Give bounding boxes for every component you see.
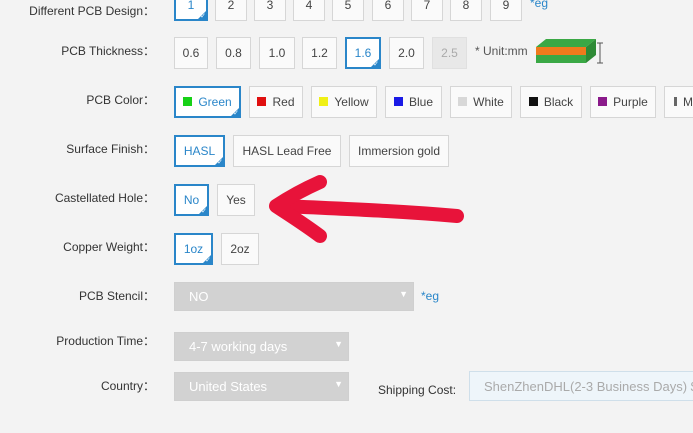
copper-label: Copper Weight：	[63, 240, 155, 254]
shipping-cost-label: Shipping Cost:	[378, 383, 457, 397]
castellated-label: Castellated Hole：	[54, 191, 155, 205]
color-option-blue[interactable]: Blue	[385, 86, 442, 118]
yellow-swatch	[319, 96, 329, 106]
color-option-more[interactable]: M	[664, 86, 693, 118]
thickness-option-2-5: 2.5	[432, 37, 467, 69]
red-swatch	[257, 96, 267, 106]
copper-option-1oz[interactable]: 1oz	[174, 233, 213, 265]
annotation-arrow	[269, 175, 464, 243]
white-swatch	[458, 96, 468, 106]
finish-option-hasl[interactable]: HASL	[174, 135, 225, 167]
color-option-yellow[interactable]: Yellow	[311, 86, 377, 118]
thickness-label: PCB Thickness：	[61, 44, 155, 58]
shipping-method-value: ShenZhenDHL(2-3 Business Days) $	[484, 378, 693, 394]
shipping-method-select[interactable]: ShenZhenDHL(2-3 Business Days) $	[469, 371, 693, 401]
castellated-option-no[interactable]: No	[174, 184, 209, 216]
design-option-1[interactable]: 1	[174, 0, 208, 21]
production-label: Production Time：	[56, 334, 155, 348]
color-option-label: Green	[198, 95, 232, 109]
color-option-label: Yellow	[334, 95, 369, 109]
country-label: Country：	[100, 379, 155, 393]
thickness-option-1-0[interactable]: 1.0	[259, 37, 295, 69]
finish-option-immersion-gold[interactable]: Immersion gold	[349, 135, 449, 167]
chevron-down-icon: ▼	[399, 289, 408, 299]
color-option-label: Red	[272, 95, 295, 109]
color-option-label: Blue	[408, 95, 434, 109]
thickness-option-0-8[interactable]: 0.8	[216, 37, 251, 69]
country-value: United States	[189, 379, 268, 394]
color-option-label: Purple	[613, 95, 648, 109]
thickness-option-1-6[interactable]: 1.6	[345, 37, 381, 69]
stencil-value: NO	[189, 289, 209, 304]
thickness-unit-note: * Unit:mm	[475, 44, 528, 58]
stencil-label: PCB Stencil：	[78, 289, 155, 303]
black-swatch	[528, 96, 538, 106]
stencil-note[interactable]: *eg	[421, 289, 439, 303]
production-time-select[interactable]: 4-7 working days ▼	[174, 332, 349, 361]
copper-option-2oz[interactable]: 2oz	[221, 233, 259, 265]
design-option-4[interactable]: 4	[293, 0, 325, 21]
castellated-option-yes[interactable]: Yes	[217, 184, 255, 216]
purple-swatch	[598, 96, 608, 106]
design-option-5[interactable]: 5	[332, 0, 364, 21]
finish-label: Surface Finish：	[66, 142, 155, 156]
color-option-label: Black	[543, 95, 574, 109]
production-time-value: 4-7 working days	[189, 339, 288, 354]
chevron-down-icon: ▼	[334, 339, 343, 349]
color-option-red[interactable]: Red	[249, 86, 303, 118]
thickness-option-2-0[interactable]: 2.0	[389, 37, 424, 69]
thickness-option-1-2[interactable]: 1.2	[302, 37, 337, 69]
pcb-thickness-icon	[536, 39, 603, 64]
design-option-9[interactable]: 9	[490, 0, 522, 21]
design-option-7[interactable]: 7	[411, 0, 443, 21]
design-label: Different PCB Design：	[29, 4, 155, 18]
green-swatch	[183, 96, 193, 106]
design-note[interactable]: *eg	[530, 0, 548, 10]
design-option-3[interactable]: 3	[254, 0, 286, 21]
blue-swatch	[393, 96, 403, 106]
color-option-green[interactable]: Green	[174, 86, 241, 118]
gray-swatch	[674, 96, 677, 106]
color-option-label: M	[683, 95, 693, 109]
country-select[interactable]: United States ▼	[174, 372, 349, 401]
color-option-purple[interactable]: Purple	[590, 86, 656, 118]
color-option-black[interactable]: Black	[520, 86, 582, 118]
color-option-label: White	[473, 95, 504, 109]
design-option-2[interactable]: 2	[215, 0, 247, 21]
stencil-select[interactable]: NO ▼	[174, 282, 414, 311]
finish-option-hasl-lead-free[interactable]: HASL Lead Free	[233, 135, 341, 167]
color-option-white[interactable]: White	[450, 86, 512, 118]
thickness-option-0-6[interactable]: 0.6	[174, 37, 208, 69]
chevron-down-icon: ▼	[334, 379, 343, 389]
design-option-8[interactable]: 8	[450, 0, 482, 21]
color-label: PCB Color：	[86, 93, 155, 107]
design-option-6[interactable]: 6	[372, 0, 404, 21]
